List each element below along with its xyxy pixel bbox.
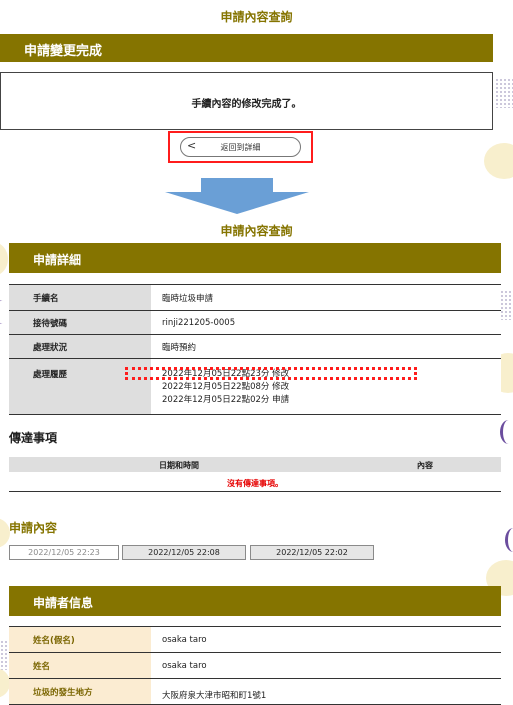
- back-to-detail-button[interactable]: < 返回到詳細: [180, 137, 301, 157]
- applicant-value: osaka taro: [151, 652, 501, 679]
- version-button-active[interactable]: 2022/12/05 22:23: [9, 545, 119, 560]
- history-entry: 2022年12月05日22點08分 修改: [162, 382, 290, 392]
- detail-section-label: 申請詳細: [33, 253, 82, 267]
- messages-table-header: 日期和時間 內容: [9, 457, 501, 472]
- applicant-label: 姓名: [9, 652, 151, 679]
- detail-value: rinji221205-0005: [151, 310, 501, 335]
- status-banner: 申請變更完成: [0, 34, 493, 62]
- applicant-section-label: 申請者信息: [33, 596, 94, 610]
- detail-value: 臨時垃圾申請: [151, 284, 501, 311]
- table-row: 姓名(假名) osaka taro: [9, 626, 501, 653]
- version-button[interactable]: 2022/12/05 22:08: [122, 545, 246, 560]
- column-header-datetime: 日期和時間: [159, 461, 199, 470]
- background-dots: [500, 290, 513, 320]
- table-row: 姓名 osaka taro: [9, 652, 501, 679]
- applicant-label: 姓名(假名): [9, 626, 151, 653]
- table-row: 手續名 臨時垃圾申請: [9, 284, 501, 311]
- background-swirl: [505, 528, 513, 552]
- detail-section-header: 申請詳細: [9, 243, 501, 273]
- arrow-down-icon: [165, 178, 309, 214]
- page-title: 申請內容查詢: [220, 10, 293, 24]
- messages-empty-row: 沒有傳達事項。: [9, 473, 501, 492]
- table-row: 處理狀況 臨時預約: [9, 334, 501, 359]
- column-header-content: 內容: [417, 461, 433, 470]
- detail-table: 手續名 臨時垃圾申請 接待號碼 rinji221205-0005 處理狀況 臨時…: [9, 284, 501, 415]
- highlight-dotted-frame: [125, 367, 417, 380]
- detail-page-title: 申請內容查詢: [220, 224, 293, 238]
- background-blob: [0, 242, 8, 276]
- messages-heading: 傳達事項: [9, 431, 58, 445]
- back-button-label: 返回到詳細: [220, 143, 261, 152]
- background-dots: [495, 78, 513, 108]
- version-button[interactable]: 2022/12/05 22:02: [250, 545, 374, 560]
- background-swirl: [500, 420, 513, 444]
- status-banner-label: 申請變更完成: [24, 44, 103, 59]
- empty-message: 沒有傳達事項。: [227, 479, 283, 488]
- detail-label: 手續名: [9, 284, 151, 311]
- applicant-section-header: 申請者信息: [9, 586, 501, 616]
- table-row: 接待號碼 rinji221205-0005: [9, 310, 501, 335]
- detail-value: 臨時預約: [151, 334, 501, 359]
- applicant-table: 姓名(假名) osaka taro 姓名 osaka taro 垃圾的發生地方 …: [9, 626, 501, 705]
- detail-label: 處理狀況: [9, 334, 151, 359]
- application-content-heading: 申請內容: [9, 521, 58, 535]
- applicant-value: osaka taro: [151, 626, 501, 653]
- history-entry: 2022年12月05日22點02分 申請: [162, 395, 290, 405]
- detail-label: 接待號碼: [9, 310, 151, 335]
- background-blob: [484, 143, 513, 179]
- completion-message: 手續內容的修改完成了。: [191, 99, 302, 110]
- completion-box: 手續內容的修改完成了。: [0, 72, 493, 130]
